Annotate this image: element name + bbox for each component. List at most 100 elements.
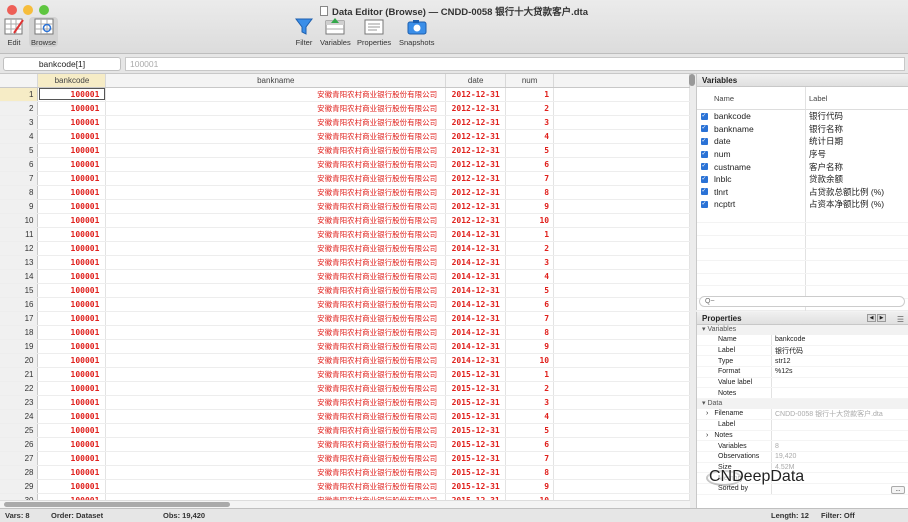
checkbox-icon[interactable]: ✓ [700,112,708,120]
cell-num[interactable]: 1 [505,227,555,242]
variables-name-column[interactable]: Name [711,87,806,109]
cell-num[interactable]: 2 [505,101,555,116]
cell-bankcode[interactable]: 100001 [37,493,107,500]
row-number[interactable]: 23 [0,395,39,410]
browse-button[interactable]: Browse [29,17,59,47]
properties-section-data[interactable]: ▾ Data [697,399,908,410]
cell-empty[interactable] [553,311,690,326]
cell-bankname[interactable]: 安徽青阳农村商业银行股份有限公司 [105,185,447,200]
cell-bankcode[interactable]: 100001 [37,115,107,130]
cell-bankname[interactable]: 安徽青阳农村商业银行股份有限公司 [105,395,447,410]
cell-date[interactable]: 2015-12-31 [445,451,507,466]
cell-date[interactable]: 2012-12-31 [445,185,507,200]
row-number[interactable]: 12 [0,241,39,256]
variable-row[interactable]: ✓ bankcode 银行代码 [697,110,908,123]
cell-date[interactable]: 2012-12-31 [445,213,507,228]
cell-num[interactable]: 3 [505,255,555,270]
cell-num[interactable]: 10 [505,353,555,368]
cell-num[interactable]: 10 [505,493,555,500]
cell-num[interactable]: 1 [505,87,555,102]
cell-bankcode[interactable]: 100001 [37,479,107,494]
cell-bankname[interactable]: 安徽青阳农村商业银行股份有限公司 [105,311,447,326]
cell-empty[interactable] [553,353,690,368]
cell-num[interactable]: 8 [505,465,555,480]
cell-bankcode[interactable]: 100001 [37,185,107,200]
cell-empty[interactable] [553,325,690,340]
cell-empty[interactable] [553,87,690,102]
edit-button[interactable]: Edit [4,17,24,47]
cell-empty[interactable] [553,227,690,242]
row-number[interactable]: 30 [0,493,39,500]
cell-num[interactable]: 9 [505,339,555,354]
cell-empty[interactable] [553,101,690,116]
cell-empty[interactable] [553,409,690,424]
row-number[interactable]: 28 [0,465,39,480]
cell-bankname[interactable]: 安徽青阳农村商业银行股份有限公司 [105,157,447,172]
cell-num[interactable]: 7 [505,451,555,466]
property-row[interactable]: Value label [697,377,908,389]
cell-bankname[interactable]: 安徽青阳农村商业银行股份有限公司 [105,171,447,186]
cell-empty[interactable] [553,157,690,172]
checkbox-icon[interactable]: ✓ [700,200,708,208]
cell-date[interactable]: 2014-12-31 [445,339,507,354]
cell-bankname[interactable]: 安徽青阳农村商业银行股份有限公司 [105,325,447,340]
variable-row[interactable]: ✓ tlnrt 占贷款总额比例 (%) [697,185,908,199]
row-number[interactable]: 17 [0,311,39,326]
cell-num[interactable]: 6 [505,297,555,312]
cell-reference-field[interactable]: bankcode[1] [3,57,121,71]
cell-date[interactable]: 2014-12-31 [445,227,507,242]
chevron-right-icon[interactable]: › [706,432,708,439]
cell-bankname[interactable]: 安徽青阳农村商业银行股份有限公司 [105,227,447,242]
cell-bankname[interactable]: 安徽青阳农村商业银行股份有限公司 [105,479,447,494]
cell-num[interactable]: 8 [505,325,555,340]
cell-num[interactable]: 3 [505,115,555,130]
cell-bankname[interactable]: 安徽青阳农村商业银行股份有限公司 [105,465,447,480]
filter-button[interactable]: Filter [294,17,314,47]
cell-date[interactable]: 2015-12-31 [445,409,507,424]
cell-date[interactable]: 2014-12-31 [445,241,507,256]
column-header-num[interactable]: num [505,74,555,88]
cell-bankname[interactable]: 安徽青阳农村商业银行股份有限公司 [105,367,447,382]
cell-num[interactable]: 8 [505,185,555,200]
cell-bankcode[interactable]: 100001 [37,157,107,172]
row-number[interactable]: 15 [0,283,39,298]
row-number[interactable]: 14 [0,269,39,284]
cell-bankcode[interactable]: 100001 [37,367,107,382]
cell-bankcode[interactable]: 100001 [37,129,107,144]
cell-bankname[interactable]: 安徽青阳农村商业银行股份有限公司 [105,493,447,500]
cell-date[interactable]: 2014-12-31 [445,255,507,270]
cell-empty[interactable] [553,269,690,284]
variables-filter-input[interactable]: Q~ [699,296,905,307]
row-number[interactable]: 5 [0,143,39,158]
cell-bankcode[interactable]: 100001 [37,325,107,340]
properties-button[interactable]: Properties [357,17,391,47]
property-row[interactable]: Type str12 [697,356,908,368]
cell-num[interactable]: 10 [505,213,555,228]
cell-bankcode[interactable]: 100001 [37,395,107,410]
cell-num[interactable]: 1 [505,367,555,382]
column-header-date[interactable]: date [445,74,507,88]
row-number[interactable]: 21 [0,367,39,382]
vertical-scrollbar[interactable] [689,74,695,86]
variable-row[interactable]: ✓ date 统计日期 [697,135,908,148]
cell-num[interactable]: 5 [505,283,555,298]
checkbox-icon[interactable]: ✓ [700,188,708,196]
panel-menu-icon[interactable]: ☰ [897,313,904,326]
previous-arrow-icon[interactable]: ◀ [867,314,876,322]
cell-date[interactable]: 2014-12-31 [445,311,507,326]
cell-bankname[interactable]: 安徽青阳农村商业银行股份有限公司 [105,409,447,424]
cell-bankname[interactable]: 安徽青阳农村商业银行股份有限公司 [105,297,447,312]
cell-date[interactable]: 2015-12-31 [445,381,507,396]
property-row[interactable]: Observations 19,420 [697,451,908,463]
cell-date[interactable]: 2012-12-31 [445,199,507,214]
row-number[interactable]: 25 [0,423,39,438]
cell-bankcode[interactable]: 100001 [37,297,107,312]
cell-num[interactable]: 5 [505,143,555,158]
cell-bankname[interactable]: 安徽青阳农村商业银行股份有限公司 [105,115,447,130]
cell-empty[interactable] [553,479,690,494]
cell-empty[interactable] [553,493,690,500]
corner-cell[interactable] [0,74,39,88]
row-number[interactable]: 8 [0,185,39,200]
cell-num[interactable]: 9 [505,479,555,494]
variables-button[interactable]: Variables [320,17,351,47]
